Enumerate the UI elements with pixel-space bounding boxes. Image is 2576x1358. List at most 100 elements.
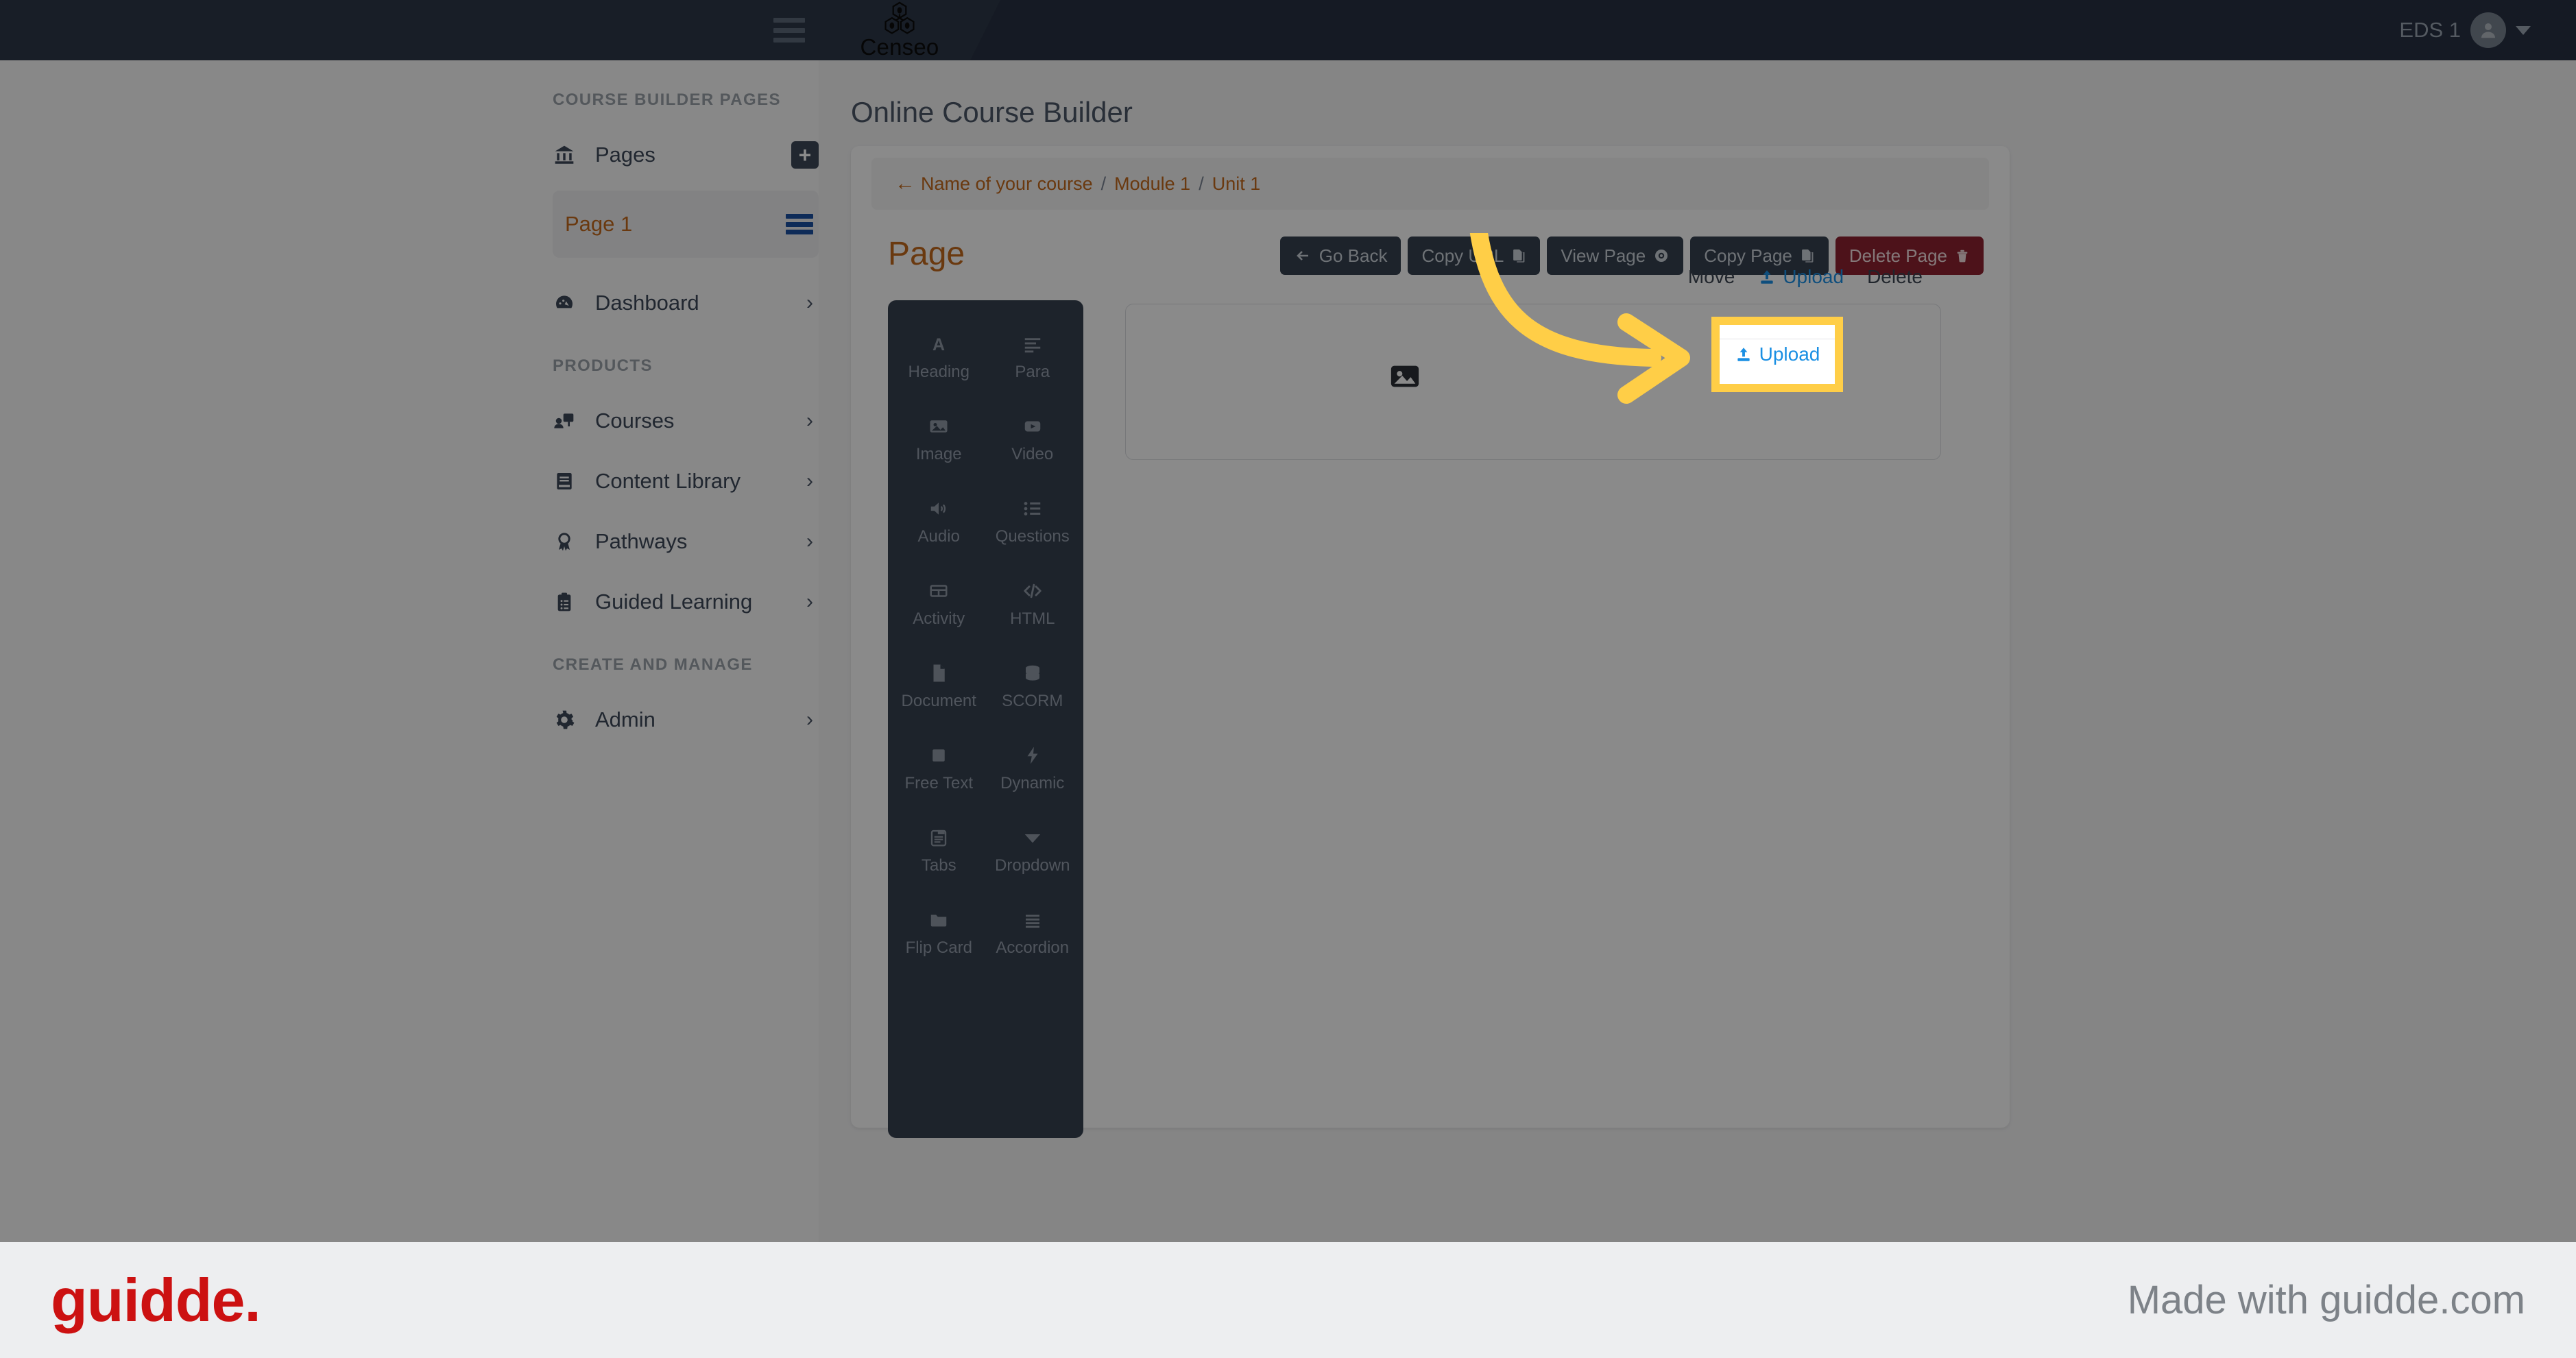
chevron-right-icon: › <box>806 291 813 314</box>
top-bar: Censeo EDS 1 <box>0 0 2576 60</box>
brand-name: Censeo <box>860 34 939 60</box>
sidebar-item-admin[interactable]: Admin › <box>553 690 819 750</box>
palette-item-scorm[interactable]: SCORM <box>986 644 1080 727</box>
palette-item-dynamic[interactable]: Dynamic <box>986 727 1080 809</box>
filled-square-icon <box>928 742 949 768</box>
course-builder-card: ← Name of your course / Module 1 / Unit … <box>851 146 2010 1138</box>
delete-element-button[interactable]: Delete <box>1867 266 1923 288</box>
breadcrumb-separator: / <box>1199 173 1204 194</box>
upload-icon <box>1761 270 1773 284</box>
palette-item-accordion[interactable]: Accordion <box>986 891 1080 973</box>
breadcrumb-item-unit[interactable]: Unit 1 <box>1212 173 1261 195</box>
application-screen: Censeo EDS 1 COURSE BUILDER PAGES Pages … <box>0 0 2576 1242</box>
element-palette: A Heading Para Image Video Audio Questio… <box>888 300 1083 1138</box>
button-label: Go Back <box>1319 245 1388 266</box>
brand-logo: Censeo <box>838 1 961 60</box>
table-grid-icon <box>928 578 949 604</box>
gauge-icon <box>553 292 595 314</box>
hamburger-menu-icon[interactable] <box>773 18 805 43</box>
user-menu[interactable]: EDS 1 <box>2399 10 2531 51</box>
censeo-molecule-logo-icon <box>884 1 915 34</box>
palette-item-label: Dropdown <box>995 856 1070 875</box>
tool-label: Move <box>1687 266 1735 287</box>
palette-item-flip-card[interactable]: Flip Card <box>892 891 986 973</box>
letter-a-icon: A <box>928 331 949 357</box>
chevron-right-icon: › <box>806 470 813 492</box>
go-back-button[interactable]: Go Back <box>1279 237 1401 275</box>
sidebar-section-create-and-manage: CREATE AND MANAGE <box>553 655 753 674</box>
clipboard-list-icon <box>553 591 595 613</box>
clipboard-tabs-icon <box>928 825 949 851</box>
page-heading: Online Course Builder <box>851 96 1133 128</box>
chevron-down-icon[interactable] <box>2516 25 2531 35</box>
breadcrumb-item-course[interactable]: Name of your course <box>921 173 1093 195</box>
button-label: Copy URL <box>1421 245 1504 266</box>
palette-item-label: Video <box>1011 445 1054 463</box>
palette-item-label: Image <box>915 445 962 463</box>
palette-item-label: Free Text <box>904 774 974 792</box>
copy-url-button[interactable]: Copy URL <box>1408 237 1541 275</box>
sidebar-item-page-1[interactable]: Page 1 <box>553 191 819 258</box>
palette-item-heading[interactable]: A Heading <box>892 315 986 398</box>
video-play-icon <box>1022 413 1043 439</box>
palette-item-html[interactable]: HTML <box>986 562 1080 644</box>
palette-item-label: Tabs <box>921 856 956 875</box>
guidde-footer: guidde. Made with guidde.com <box>0 1242 2576 1358</box>
page-options-icon[interactable] <box>786 214 813 234</box>
book-icon <box>553 470 595 492</box>
page-title: Page <box>888 236 965 272</box>
sidebar: COURSE BUILDER PAGES Pages + Page 1 Dash… <box>0 60 819 1242</box>
palette-item-label: Dynamic <box>1000 774 1065 792</box>
chevron-right-icon: › <box>806 530 813 553</box>
sidebar-item-dashboard[interactable]: Dashboard › <box>553 273 819 333</box>
palette-item-audio[interactable]: Audio <box>892 480 986 562</box>
sidebar-item-pathways[interactable]: Pathways › <box>553 511 819 572</box>
speaker-icon <box>928 496 949 522</box>
palette-item-questions[interactable]: Questions <box>986 480 1080 562</box>
upload-icon <box>1737 348 1750 361</box>
user-name: EDS 1 <box>2399 18 2461 42</box>
move-element-button[interactable]: Move <box>1688 266 1735 288</box>
sidebar-item-guided-learning[interactable]: Guided Learning › <box>553 572 819 632</box>
palette-item-label: HTML <box>1010 609 1055 628</box>
sidebar-item-label: Page 1 <box>565 212 633 236</box>
sidebar-item-pages[interactable]: Pages + <box>553 125 819 185</box>
palette-item-video[interactable]: Video <box>986 398 1080 480</box>
folder-icon <box>928 907 949 933</box>
palette-item-free-text[interactable]: Free Text <box>892 727 986 809</box>
sidebar-item-label: Guided Learning <box>595 590 753 614</box>
upload-element-button[interactable]: Upload <box>1758 266 1844 288</box>
avatar <box>2470 12 2506 48</box>
breadcrumb-separator: / <box>1100 173 1107 194</box>
sidebar-item-label: Pathways <box>595 529 688 553</box>
main-content: Online Course Builder ← Name of your cou… <box>819 60 2576 1242</box>
sidebar-item-label: Pages <box>595 143 655 167</box>
trash-icon <box>1957 250 1968 263</box>
back-arrow-icon[interactable]: ← <box>895 172 915 195</box>
sidebar-item-content-library[interactable]: Content Library › <box>553 451 819 511</box>
palette-item-label: Accordion <box>996 938 1070 957</box>
sidebar-section-products: PRODUCTS <box>553 356 653 375</box>
sidebar-item-courses[interactable]: Courses › <box>553 391 819 451</box>
palette-item-para[interactable]: Para <box>986 315 1080 398</box>
document-page-icon <box>928 660 949 686</box>
breadcrumb: ← Name of your course / Module 1 / Unit … <box>871 158 1989 210</box>
upload-button-label: Upload <box>1759 343 1820 365</box>
palette-item-label: Heading <box>908 363 970 381</box>
palette-item-label: Para <box>1015 363 1050 381</box>
palette-item-label: Activity <box>913 609 965 628</box>
image-placeholder-icon <box>1387 361 1423 396</box>
palette-item-activity[interactable]: Activity <box>892 562 986 644</box>
palette-item-label: Document <box>901 692 976 710</box>
add-page-button[interactable]: + <box>791 141 819 169</box>
palette-item-dropdown[interactable]: Dropdown <box>986 809 1080 891</box>
palette-item-label: Questions <box>995 527 1070 546</box>
element-toolbar: Move Upload Delete <box>1652 251 1940 303</box>
palette-item-tabs[interactable]: Tabs <box>892 809 986 891</box>
copy-icon <box>1513 249 1525 263</box>
palette-item-document[interactable]: Document <box>892 644 986 727</box>
breadcrumb-item-module[interactable]: Module 1 <box>1114 173 1190 195</box>
upload-button[interactable]: Upload <box>1720 325 1835 384</box>
palette-item-image[interactable]: Image <box>892 398 986 480</box>
award-ribbon-icon <box>553 531 595 553</box>
